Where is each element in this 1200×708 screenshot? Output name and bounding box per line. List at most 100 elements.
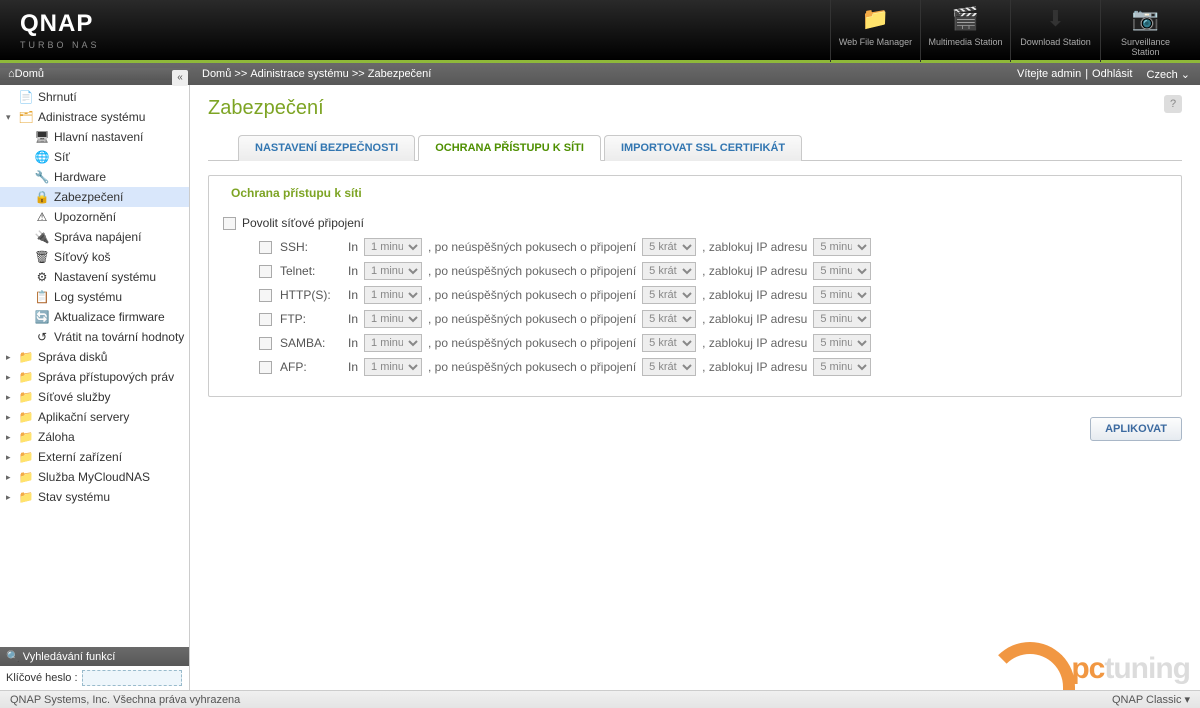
block-time-select[interactable]: 5 minut [813,310,871,328]
time-select[interactable]: 1 minut [364,310,422,328]
apply-button[interactable]: APLIKOVAT [1090,417,1182,441]
top-station-3[interactable]: 📷Surveillance Station [1100,0,1190,62]
block-time-select[interactable]: 5 minut [813,334,871,352]
nav-item-správa-disků[interactable]: ▸📁Správa disků [0,347,189,367]
station-icon: ⬇ [1040,3,1072,35]
count-select[interactable]: 5 krát [642,334,696,352]
crumb-l1[interactable]: Adinistrace systému [250,68,348,80]
protocol-checkbox[interactable] [259,289,272,302]
tree-item-icon: 🔧 [34,169,50,185]
tree-item-icon: 📁 [18,369,34,385]
expand-icon[interactable]: ▸ [6,412,18,423]
nav-item-shrnutí[interactable]: 📄Shrnutí [0,87,189,107]
time-select[interactable]: 1 minut [364,238,422,256]
nav-item-log-systému[interactable]: 📋Log systému [0,287,189,307]
protocol-checkbox[interactable] [259,313,272,326]
tree-item-label: Záloha [38,430,75,444]
top-station-2[interactable]: ⬇ Download Station [1010,0,1100,62]
block-label: , zablokuj IP adresu [702,264,807,278]
network-protection-fieldset: Ochrana přístupu k síti Povolit síťové p… [208,175,1182,397]
count-select[interactable]: 5 krát [642,358,696,376]
time-select[interactable]: 1 minut [364,334,422,352]
nav-item-externí-zařízení[interactable]: ▸📁Externí zařízení [0,447,189,467]
nav-item-síťový-koš[interactable]: 🗑Síťový koš [0,247,189,267]
skin-selector[interactable]: QNAP Classic ▾ [1112,693,1190,706]
nav-item-hardware[interactable]: 🔧Hardware [0,167,189,187]
time-select[interactable]: 1 minut [364,286,422,304]
count-select[interactable]: 5 krát [642,262,696,280]
search-input[interactable] [82,670,182,686]
expand-icon[interactable]: ▾ [6,112,18,123]
expand-icon[interactable]: ▸ [6,472,18,483]
time-select[interactable]: 1 minut [364,358,422,376]
nav-item-upozornění[interactable]: ⚠Upozornění [0,207,189,227]
expand-icon[interactable]: ▸ [6,452,18,463]
main-layout: 📄Shrnutí▾🗂Adinistrace systému🖥Hlavní nas… [0,85,1200,690]
protocol-checkbox[interactable] [259,337,272,350]
count-select[interactable]: 5 krát [642,238,696,256]
after-label: , po neúspěšných pokusech o připojení [428,312,636,326]
tree-item-icon: 📁 [18,389,34,405]
tab-2[interactable]: IMPORTOVAT SSL CERTIFIKÁT [604,135,802,161]
tree-item-icon: 📁 [18,409,34,425]
enable-checkbox[interactable] [223,217,236,230]
top-station-0[interactable]: 📁Web File Manager [830,0,920,62]
tree-item-icon: 🗂 [18,109,34,125]
block-time-select[interactable]: 5 minut [813,238,871,256]
expand-icon[interactable]: ▸ [6,392,18,403]
tab-1[interactable]: OCHRANA PŘÍSTUPU K SÍTI [418,135,601,161]
nav-item-služba-mycloudnas[interactable]: ▸📁Služba MyCloudNAS [0,467,189,487]
expand-icon[interactable]: ▸ [6,372,18,383]
logout-link[interactable]: Odhlásit [1092,68,1132,80]
welcome-text: Vítejte admin [1017,68,1081,80]
protocol-row-ssh: SSH:In1 minut, po neúspěšných pokusech o… [259,238,1167,256]
block-time-select[interactable]: 5 minut [813,262,871,280]
sidebar-home-label[interactable]: Domů [15,68,44,80]
nav-item-stav-systému[interactable]: ▸📁Stav systému [0,487,189,507]
nav-item-aplikační-servery[interactable]: ▸📁Aplikační servery [0,407,189,427]
language-select[interactable]: Czech ⌄ [1147,68,1190,81]
search-panel: Klíčové heslo : [0,666,189,690]
protocol-checkbox[interactable] [259,265,272,278]
nav-item-hlavní-nastavení[interactable]: 🖥Hlavní nastavení [0,127,189,147]
tab-0[interactable]: NASTAVENÍ BEZPEČNOSTI [238,135,415,161]
nav-item-záloha[interactable]: ▸📁Záloha [0,427,189,447]
top-station-1[interactable]: 🎬Multimedia Station [920,0,1010,62]
search-label: Klíčové heslo : [6,672,78,684]
nav-item-vrátit-na-tovární-hodnoty[interactable]: ↺Vrátit na tovární hodnoty [0,327,189,347]
count-select[interactable]: 5 krát [642,286,696,304]
nav-item-nastavení-systému[interactable]: ⚙Nastavení systému [0,267,189,287]
expand-icon[interactable]: ▸ [6,492,18,503]
tree-item-label: Hlavní nastavení [54,130,143,144]
tree-item-label: Síťové služby [38,390,111,404]
collapse-sidebar-button[interactable]: « [172,70,188,86]
station-label: Download Station [1016,37,1095,47]
expand-icon[interactable]: ▸ [6,352,18,363]
crumb-home[interactable]: Domů [202,68,231,80]
nav-item-síťové-služby[interactable]: ▸📁 Síťové služby [0,387,189,407]
station-label: Web File Manager [836,37,915,47]
nav-item-správa-přístupových-práv[interactable]: ▸📁 Správa přístupových práv [0,367,189,387]
tree-item-label: Vrátit na tovární hodnoty [54,330,184,344]
enable-label: Povolit síťové připojení [242,216,364,230]
help-button[interactable]: ? [1164,95,1182,113]
brand-sub: TURBO NAS [20,40,100,50]
protocol-checkbox[interactable] [259,241,272,254]
protocol-row-ftp: FTP:In1 minut, po neúspěšných pokusech o… [259,310,1167,328]
nav-item-správa-napájení[interactable]: 🔌Správa napájení [0,227,189,247]
nav-item-síť[interactable]: 🌐Síť [0,147,189,167]
nav-item-aktualizace-firmware[interactable]: 🔄Aktualizace firmware [0,307,189,327]
count-select[interactable]: 5 krát [642,310,696,328]
in-label: In [348,288,358,302]
nav-item-adinistrace-systému[interactable]: ▾🗂Adinistrace systému [0,107,189,127]
protocol-checkbox[interactable] [259,361,272,374]
expand-icon[interactable]: ▸ [6,432,18,443]
block-time-select[interactable]: 5 minut [813,286,871,304]
block-time-select[interactable]: 5 minut [813,358,871,376]
station-icon: 📷 [1130,3,1162,35]
nav-item-zabezpečení[interactable]: 🔒Zabezpečení [0,187,189,207]
search-icon: 🔍 [6,651,23,663]
tree-item-icon: 🔌 [34,229,50,245]
tree-item-label: Správa přístupových práv [38,370,174,384]
time-select[interactable]: 1 minut [364,262,422,280]
